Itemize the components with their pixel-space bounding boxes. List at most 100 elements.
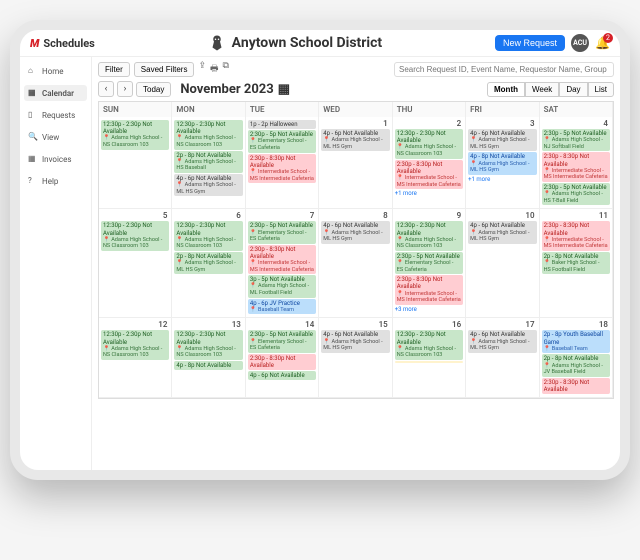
calendar-cell[interactable]: 512:30p - 2:30p Not Available📍 Adams Hig… — [99, 209, 172, 318]
filter-button[interactable]: Filter — [98, 62, 130, 77]
event[interactable]: 2p - 8p Youth Baseball Game📍 Baseball Te… — [542, 330, 610, 353]
calendar-cell[interactable]: 182p - 8p Youth Baseball Game📍 Baseball … — [540, 318, 613, 398]
view-list[interactable]: List — [588, 82, 614, 97]
calendar-cell[interactable]: 84p - 6p Not Available📍 Adams High Schoo… — [319, 209, 392, 318]
event[interactable]: 2:30p - 5p Not Available📍 Elementary Sch… — [395, 252, 463, 274]
event[interactable]: 2:30p - 8:30p Not Available📍 Intermediat… — [248, 245, 316, 275]
calendar-cell[interactable]: 34p - 6p Not Available📍 Adams High Schoo… — [466, 117, 539, 209]
event[interactable]: 2:30p - 5p Not Available📍 Adams High Sch… — [542, 183, 610, 205]
saved-filters-button[interactable]: Saved Filters — [134, 62, 195, 77]
event[interactable]: 2:30p - 8:30p Not Available📍 Intermediat… — [248, 154, 316, 184]
sidebar-item-label: Help — [42, 177, 58, 186]
event[interactable]: 12:30p - 2:30p Not Available📍 Adams High… — [395, 330, 463, 360]
sidebar-item-help[interactable]: ?Help — [24, 173, 87, 189]
event[interactable]: 4p - 6p Not Available📍 Adams High School… — [174, 174, 242, 196]
event[interactable]: 2:30p - 8:30p Not Available — [248, 354, 316, 370]
event[interactable]: 12:30p - 2:30p Not Available📍 Adams High… — [174, 120, 242, 150]
view-month[interactable]: Month — [487, 82, 525, 97]
event[interactable]: 2:30p - 5p Not Available📍 Adams High Sch… — [542, 129, 610, 151]
more-link[interactable]: +3 more — [395, 306, 463, 313]
calendar-cell[interactable]: 154p - 6p Not Available📍 Adams High Scho… — [319, 318, 392, 398]
sidebar-item-invoices[interactable]: ▦Invoices — [24, 151, 87, 167]
calendar-cell[interactable]: 104p - 6p Not Available📍 Adams High Scho… — [466, 209, 539, 318]
brand-logo: M — [30, 37, 39, 50]
calendar-cell[interactable]: 12:30p - 2:30p Not Available📍 Adams High… — [172, 117, 245, 209]
event[interactable]: 2p - 8p Not Available📍 Baker High School… — [542, 252, 610, 274]
event[interactable]: 12:30p - 2:30p Not Available📍 Adams High… — [174, 330, 242, 360]
event[interactable]: 3p - 5p Not Available📍 Adams High School… — [248, 275, 316, 297]
more-link[interactable]: +1 more — [395, 190, 463, 197]
sidebar-item-requests[interactable]: ▯Requests — [24, 107, 87, 123]
view-week[interactable]: Week — [525, 82, 559, 97]
event-location: 📍 Adams High School - ML HS Gym — [470, 161, 534, 174]
event[interactable]: 12:30p - 2:30p Not Available📍 Adams High… — [395, 221, 463, 251]
calendar-cell[interactable]: 612:30p - 2:30p Not Available📍 Adams Hig… — [172, 209, 245, 318]
sidebar-item-home[interactable]: ⌂Home — [24, 63, 87, 79]
nav-arrows: ‹ › Today November 2023▦ — [98, 81, 290, 97]
event[interactable]: 2:30p - 5p Not Available📍 Elementary Sch… — [248, 330, 316, 352]
calendar-cell[interactable]: 1p - 2p Halloween2:30p - 5p Not Availabl… — [246, 117, 319, 209]
calendar-cell[interactable]: 212:30p - 2:30p Not Available📍 Adams Hig… — [393, 117, 466, 209]
calendar-cell[interactable]: 912:30p - 2:30p Not Available📍 Adams Hig… — [393, 209, 466, 318]
share-icon[interactable]: ⇪ — [198, 61, 206, 77]
sidebar-item-view[interactable]: 🔍View — [24, 129, 87, 145]
event[interactable]: 4p - 6p Not Available📍 Adams High School… — [468, 129, 536, 151]
event[interactable]: 2p - 8p Not Available📍 Adams High School… — [174, 151, 242, 173]
calendar-cell[interactable]: 174p - 6p Not Available📍 Adams High Scho… — [466, 318, 539, 398]
sidebar-item-calendar[interactable]: ▦Calendar — [24, 85, 87, 101]
calendar-cell[interactable]: 1312:30p - 2:30p Not Available📍 Adams Hi… — [172, 318, 245, 398]
event[interactable]: 4p - 6p Not Available📍 Adams High School… — [321, 330, 389, 352]
calendar-cell[interactable]: 14p - 6p Not Available📍 Adams High Schoo… — [319, 117, 392, 209]
next-month-button[interactable]: › — [117, 81, 133, 97]
event[interactable]: 2:30p - 8:30p Not Available📍 Intermediat… — [542, 152, 610, 182]
more-link[interactable]: +1 more — [468, 176, 536, 183]
day-number: 1 — [321, 119, 389, 128]
event-location: 📍 Baker High School - HS Football Field — [544, 260, 608, 273]
calendar-cell[interactable]: 1212:30p - 2:30p Not Available📍 Adams Hi… — [99, 318, 172, 398]
event-location: 📍 Adams High School - NS Classroom 103 — [176, 135, 240, 148]
calendar-cell[interactable]: 1612:30p - 2:30p Not Available📍 Adams Hi… — [393, 318, 466, 398]
event[interactable]: 4p - 6p Not Available📍 Adams High School… — [321, 221, 389, 243]
event[interactable]: 2p - 8p Not Available📍 Adams High School… — [542, 354, 610, 376]
copy-icon[interactable]: ⧉ — [223, 61, 229, 77]
event[interactable]: 12:30p - 2:30p Not Available📍 Adams High… — [101, 330, 169, 360]
event[interactable]: 2:30p - 8:30p Not Available📍 Intermediat… — [395, 275, 463, 305]
event[interactable]: 4p - 6p Not Available — [248, 371, 316, 380]
event[interactable]: 4p - 6p Not Available📍 Adams High School… — [468, 221, 536, 243]
event[interactable]: 12:30p - 2:30p Not Available📍 Adams High… — [174, 221, 242, 251]
event[interactable]: 4p - 6p JV Practice📍 Baseball Team — [248, 299, 316, 315]
day-number: 10 — [468, 211, 536, 220]
event[interactable]: 12:30p - 2:30p Not Available📍 Adams High… — [101, 120, 169, 150]
event[interactable]: 2:30p - 8:30p Not Available📍 Intermediat… — [542, 221, 610, 251]
event[interactable]: 1p - 2p Halloween — [248, 120, 316, 129]
prev-month-button[interactable]: ‹ — [98, 81, 114, 97]
event[interactable]: 12:30p - 2:30p Not Available📍 Adams High… — [101, 221, 169, 251]
notification-bell-icon[interactable]: 🔔2 — [595, 36, 610, 50]
calendar-cell[interactable]: 142:30p - 5p Not Available📍 Elementary S… — [246, 318, 319, 398]
event[interactable]: 2:30p - 5p Not Available📍 Elementary Sch… — [248, 221, 316, 243]
event[interactable]: 2:30p - 8:30p Not Available — [542, 378, 610, 394]
avatar[interactable]: ACU — [571, 34, 589, 52]
view-day[interactable]: Day — [559, 82, 587, 97]
event-location: 📍 Intermediate School - MS Intermediate … — [250, 260, 314, 273]
event-location: 📍 Intermediate School - MS Intermediate … — [544, 237, 608, 250]
event[interactable]: 2:30p - 8:30p Not Available📍 Intermediat… — [395, 160, 463, 190]
today-button[interactable]: Today — [136, 82, 171, 97]
print-icon[interactable]: 🖶 — [210, 61, 219, 77]
search-input[interactable] — [394, 62, 614, 77]
event[interactable]: 4p - 6p Not Available📍 Adams High School… — [321, 129, 389, 151]
event[interactable]: 4p - 6p Not Available📍 Adams High School… — [468, 330, 536, 352]
event[interactable] — [395, 361, 463, 363]
event[interactable]: 12:30p - 2:30p Not Available📍 Adams High… — [395, 129, 463, 159]
calendar-cell[interactable]: 72:30p - 5p Not Available📍 Elementary Sc… — [246, 209, 319, 318]
calendar-cell[interactable]: 42:30p - 5p Not Available📍 Adams High Sc… — [540, 117, 613, 209]
event[interactable]: 4p - 8p Not Available📍 Adams High School… — [468, 152, 536, 174]
new-request-button[interactable]: New Request — [495, 35, 565, 51]
event[interactable]: 4p - 8p Not Available — [174, 361, 242, 370]
event[interactable]: 2p - 8p Not Available📍 Adams High School… — [174, 252, 242, 274]
calendar-cell[interactable]: 112:30p - 8:30p Not Available📍 Intermedi… — [540, 209, 613, 318]
event[interactable]: 2:30p - 5p Not Available📍 Elementary Sch… — [248, 130, 316, 152]
calendar-picker-icon[interactable]: ▦ — [278, 82, 290, 97]
calendar-cell[interactable]: 12:30p - 2:30p Not Available📍 Adams High… — [99, 117, 172, 209]
day-number: 17 — [468, 320, 536, 329]
